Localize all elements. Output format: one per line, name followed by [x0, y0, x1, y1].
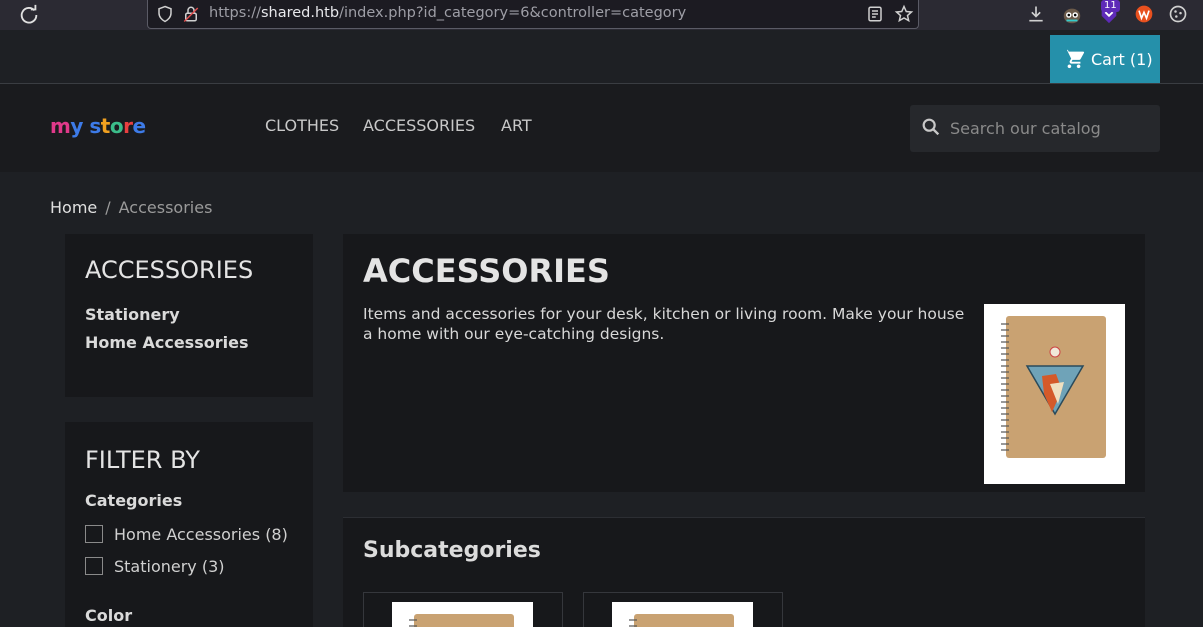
url-path: /index.php?id_category=6&controller=cate… [339, 5, 687, 21]
cart-label: Cart (1) [1091, 49, 1153, 69]
category-title: ACCESSORIES [363, 252, 610, 290]
breadcrumb-current: Accessories [118, 198, 213, 217]
cart-button[interactable]: Cart (1) [1050, 35, 1160, 83]
subcategory-link-home-accessories[interactable]: Home Accessories [85, 333, 248, 352]
breadcrumb-separator: / [105, 198, 111, 217]
menu-item-art[interactable]: ART [501, 116, 532, 135]
filter-block: FILTER BY Categories Home Accessories (8… [65, 422, 313, 627]
url-prefix: https:// [209, 5, 261, 21]
shield-icon[interactable] [156, 5, 174, 23]
subcategory-image[interactable] [612, 602, 753, 627]
address-bar[interactable]: https://shared.htb/index.php?id_category… [147, 0, 919, 29]
shopping-cart-icon [1063, 49, 1085, 69]
extension-wappalyzer-icon[interactable] [1134, 4, 1154, 24]
facet-categories-title: Categories [85, 491, 183, 510]
search-widget [910, 105, 1160, 152]
extension-cookie-icon[interactable] [1168, 4, 1188, 24]
category-cover-image [984, 304, 1125, 484]
lock-icon[interactable] [182, 5, 200, 23]
url-text[interactable]: https://shared.htb/index.php?id_category… [209, 5, 686, 21]
subcategory-card[interactable] [363, 592, 563, 627]
bookmark-star-icon[interactable] [894, 4, 914, 24]
browser-toolbar: https://shared.htb/index.php?id_category… [0, 0, 1203, 30]
reader-view-icon[interactable] [866, 5, 884, 23]
facet-option-stationery[interactable]: Stationery (3) [85, 556, 225, 576]
category-header: ACCESSORIES Items and accessories for yo… [343, 234, 1145, 492]
menu-item-accessories[interactable]: ACCESSORIES [363, 116, 475, 135]
subcategory-image[interactable] [392, 602, 533, 627]
filter-title: FILTER BY [85, 446, 200, 474]
facet-option-home-accessories[interactable]: Home Accessories (8) [85, 524, 288, 544]
menu-item-clothes[interactable]: CLOTHES [265, 116, 339, 135]
reload-icon[interactable] [18, 4, 40, 26]
subcategory-card[interactable] [583, 592, 783, 627]
facet-label[interactable]: Stationery (3) [114, 557, 225, 576]
subcategories-section: Subcategories [343, 517, 1145, 627]
facet-color-title: Color [85, 606, 133, 625]
search-input[interactable] [950, 117, 1150, 139]
url-host: shared.htb [260, 5, 340, 21]
search-icon[interactable] [920, 116, 942, 138]
store-logo[interactable]: my store [50, 114, 146, 138]
subcategories-title: Subcategories [363, 538, 541, 563]
category-description: Items and accessories for your desk, kit… [363, 305, 965, 343]
extension-owl-icon[interactable] [1061, 4, 1083, 26]
subcategory-link-stationery[interactable]: Stationery [85, 305, 180, 324]
category-tree-block: ACCESSORIES Stationery Home Accessories [65, 234, 313, 397]
category-tree-title[interactable]: ACCESSORIES [85, 256, 253, 284]
extension-badge: 11 [1101, 0, 1120, 12]
breadcrumb-home[interactable]: Home [50, 198, 97, 217]
facet-checkbox[interactable] [85, 557, 103, 575]
store-top-bar [0, 30, 1203, 84]
facet-checkbox[interactable] [85, 525, 103, 543]
download-icon[interactable] [1026, 4, 1046, 24]
breadcrumb: Home / Accessories [50, 198, 212, 217]
facet-label[interactable]: Home Accessories (8) [114, 525, 288, 544]
